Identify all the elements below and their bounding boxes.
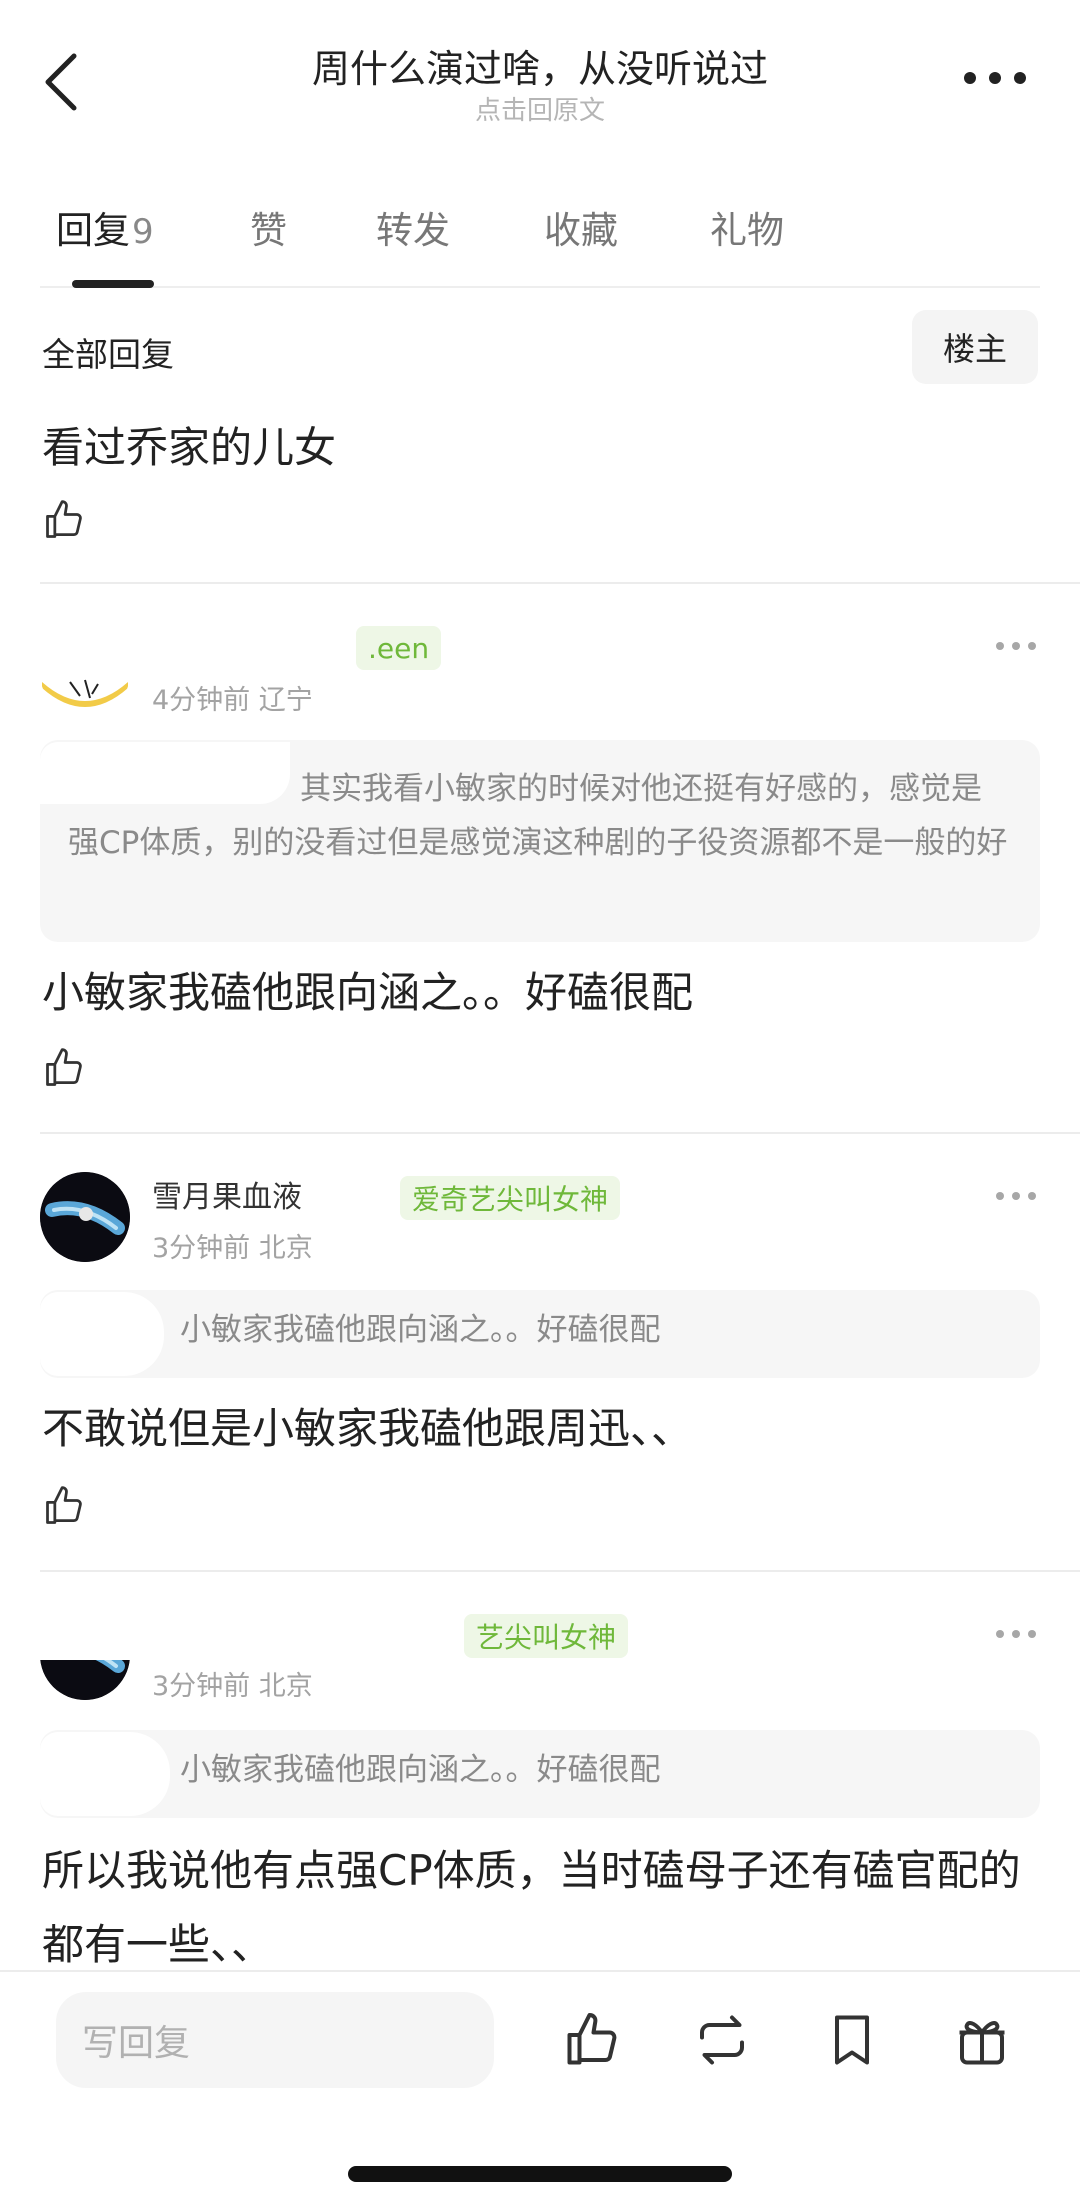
op-filter-button[interactable]: 楼主 xyxy=(912,310,1038,384)
tab-likes[interactable]: 赞 xyxy=(250,200,287,254)
gift-icon[interactable] xyxy=(952,2010,1012,2070)
home-indicator xyxy=(348,2166,732,2182)
chevron-left-icon xyxy=(45,53,77,111)
user-badge: 艺尖叫女神 xyxy=(464,1614,629,1658)
thumbs-up-icon[interactable] xyxy=(42,498,86,542)
quote-author-mask xyxy=(40,1292,164,1376)
user-badge: .een xyxy=(356,626,442,670)
divider xyxy=(40,1132,1080,1134)
thumbs-up-icon[interactable] xyxy=(42,1484,86,1528)
quote-author-mask xyxy=(40,1732,170,1816)
original-post-text: 看过乔家的儿女 xyxy=(42,423,337,472)
quoted-text: 小敏家我磕他跟向涵之。。好磕很配 xyxy=(180,1312,661,1348)
section-title: 全部回复 xyxy=(42,335,174,374)
reply-text: 不敢说但是小敏家我磕他跟周迅、、 xyxy=(42,1404,694,1453)
username[interactable]: 雪月果血液 xyxy=(152,1172,302,1216)
avatar-image xyxy=(42,679,128,707)
avatar[interactable] xyxy=(40,1172,130,1262)
more-horizontal-icon[interactable] xyxy=(994,1624,1038,1644)
tab-reposts[interactable]: 转发 xyxy=(376,200,450,254)
more-horizontal-icon xyxy=(964,72,1026,84)
tab-gifts[interactable]: 礼物 xyxy=(710,200,784,254)
tab-label: 回复 xyxy=(56,209,130,252)
back-button[interactable] xyxy=(38,50,88,114)
more-button[interactable] xyxy=(960,58,1030,98)
reply-input[interactable]: 写回复 xyxy=(56,1992,494,2088)
quoted-reply[interactable]: 小敏家我磕他跟向涵之。。好磕很配 xyxy=(40,1290,1040,1378)
bookmark-icon[interactable] xyxy=(822,2010,882,2070)
quoted-reply[interactable]: 小敏家我磕他跟向涵之。。好磕很配 xyxy=(40,1730,1040,1818)
tab-favorites[interactable]: 收藏 xyxy=(544,200,618,254)
avatar-image xyxy=(40,1172,130,1262)
page-title[interactable]: 周什么演过啥，从没听说过 xyxy=(180,38,900,93)
tab-active-indicator xyxy=(72,280,154,288)
reply-meta: 3分钟前 北京 xyxy=(152,1233,313,1264)
more-horizontal-icon[interactable] xyxy=(994,636,1038,656)
more-horizontal-icon[interactable] xyxy=(994,1186,1038,1206)
back-to-original-link[interactable]: 点击回原文 xyxy=(180,90,900,127)
username[interactable] xyxy=(150,624,366,672)
reply-text: 所以我说他有点强CP体质，当时磕母子还有磕官配的都有一些、、 xyxy=(42,1846,1021,1969)
username[interactable] xyxy=(32,1600,472,1660)
divider xyxy=(40,1570,1080,1572)
tab-replies[interactable]: 回复9 xyxy=(56,200,154,254)
reply-meta: 3分钟前 北京 xyxy=(152,1671,313,1702)
reply-meta: 4分钟前 辽宁 xyxy=(152,685,313,716)
divider xyxy=(0,1970,1080,1972)
user-badge: 爱奇艺尖叫女神 xyxy=(400,1176,621,1220)
thumbs-up-icon[interactable] xyxy=(42,1046,86,1090)
reply-text: 小敏家我磕他跟向涵之。。好磕很配 xyxy=(42,968,694,1017)
tabs-divider xyxy=(40,286,1040,288)
divider xyxy=(40,582,1080,584)
repost-icon[interactable] xyxy=(692,2010,752,2070)
quoted-text: 小敏家我磕他跟向涵之。。好磕很配 xyxy=(180,1752,661,1788)
avatar[interactable] xyxy=(40,628,130,718)
tab-count: 9 xyxy=(132,212,154,252)
quote-author-mask xyxy=(40,742,290,804)
thumbs-up-icon[interactable] xyxy=(562,2010,622,2070)
